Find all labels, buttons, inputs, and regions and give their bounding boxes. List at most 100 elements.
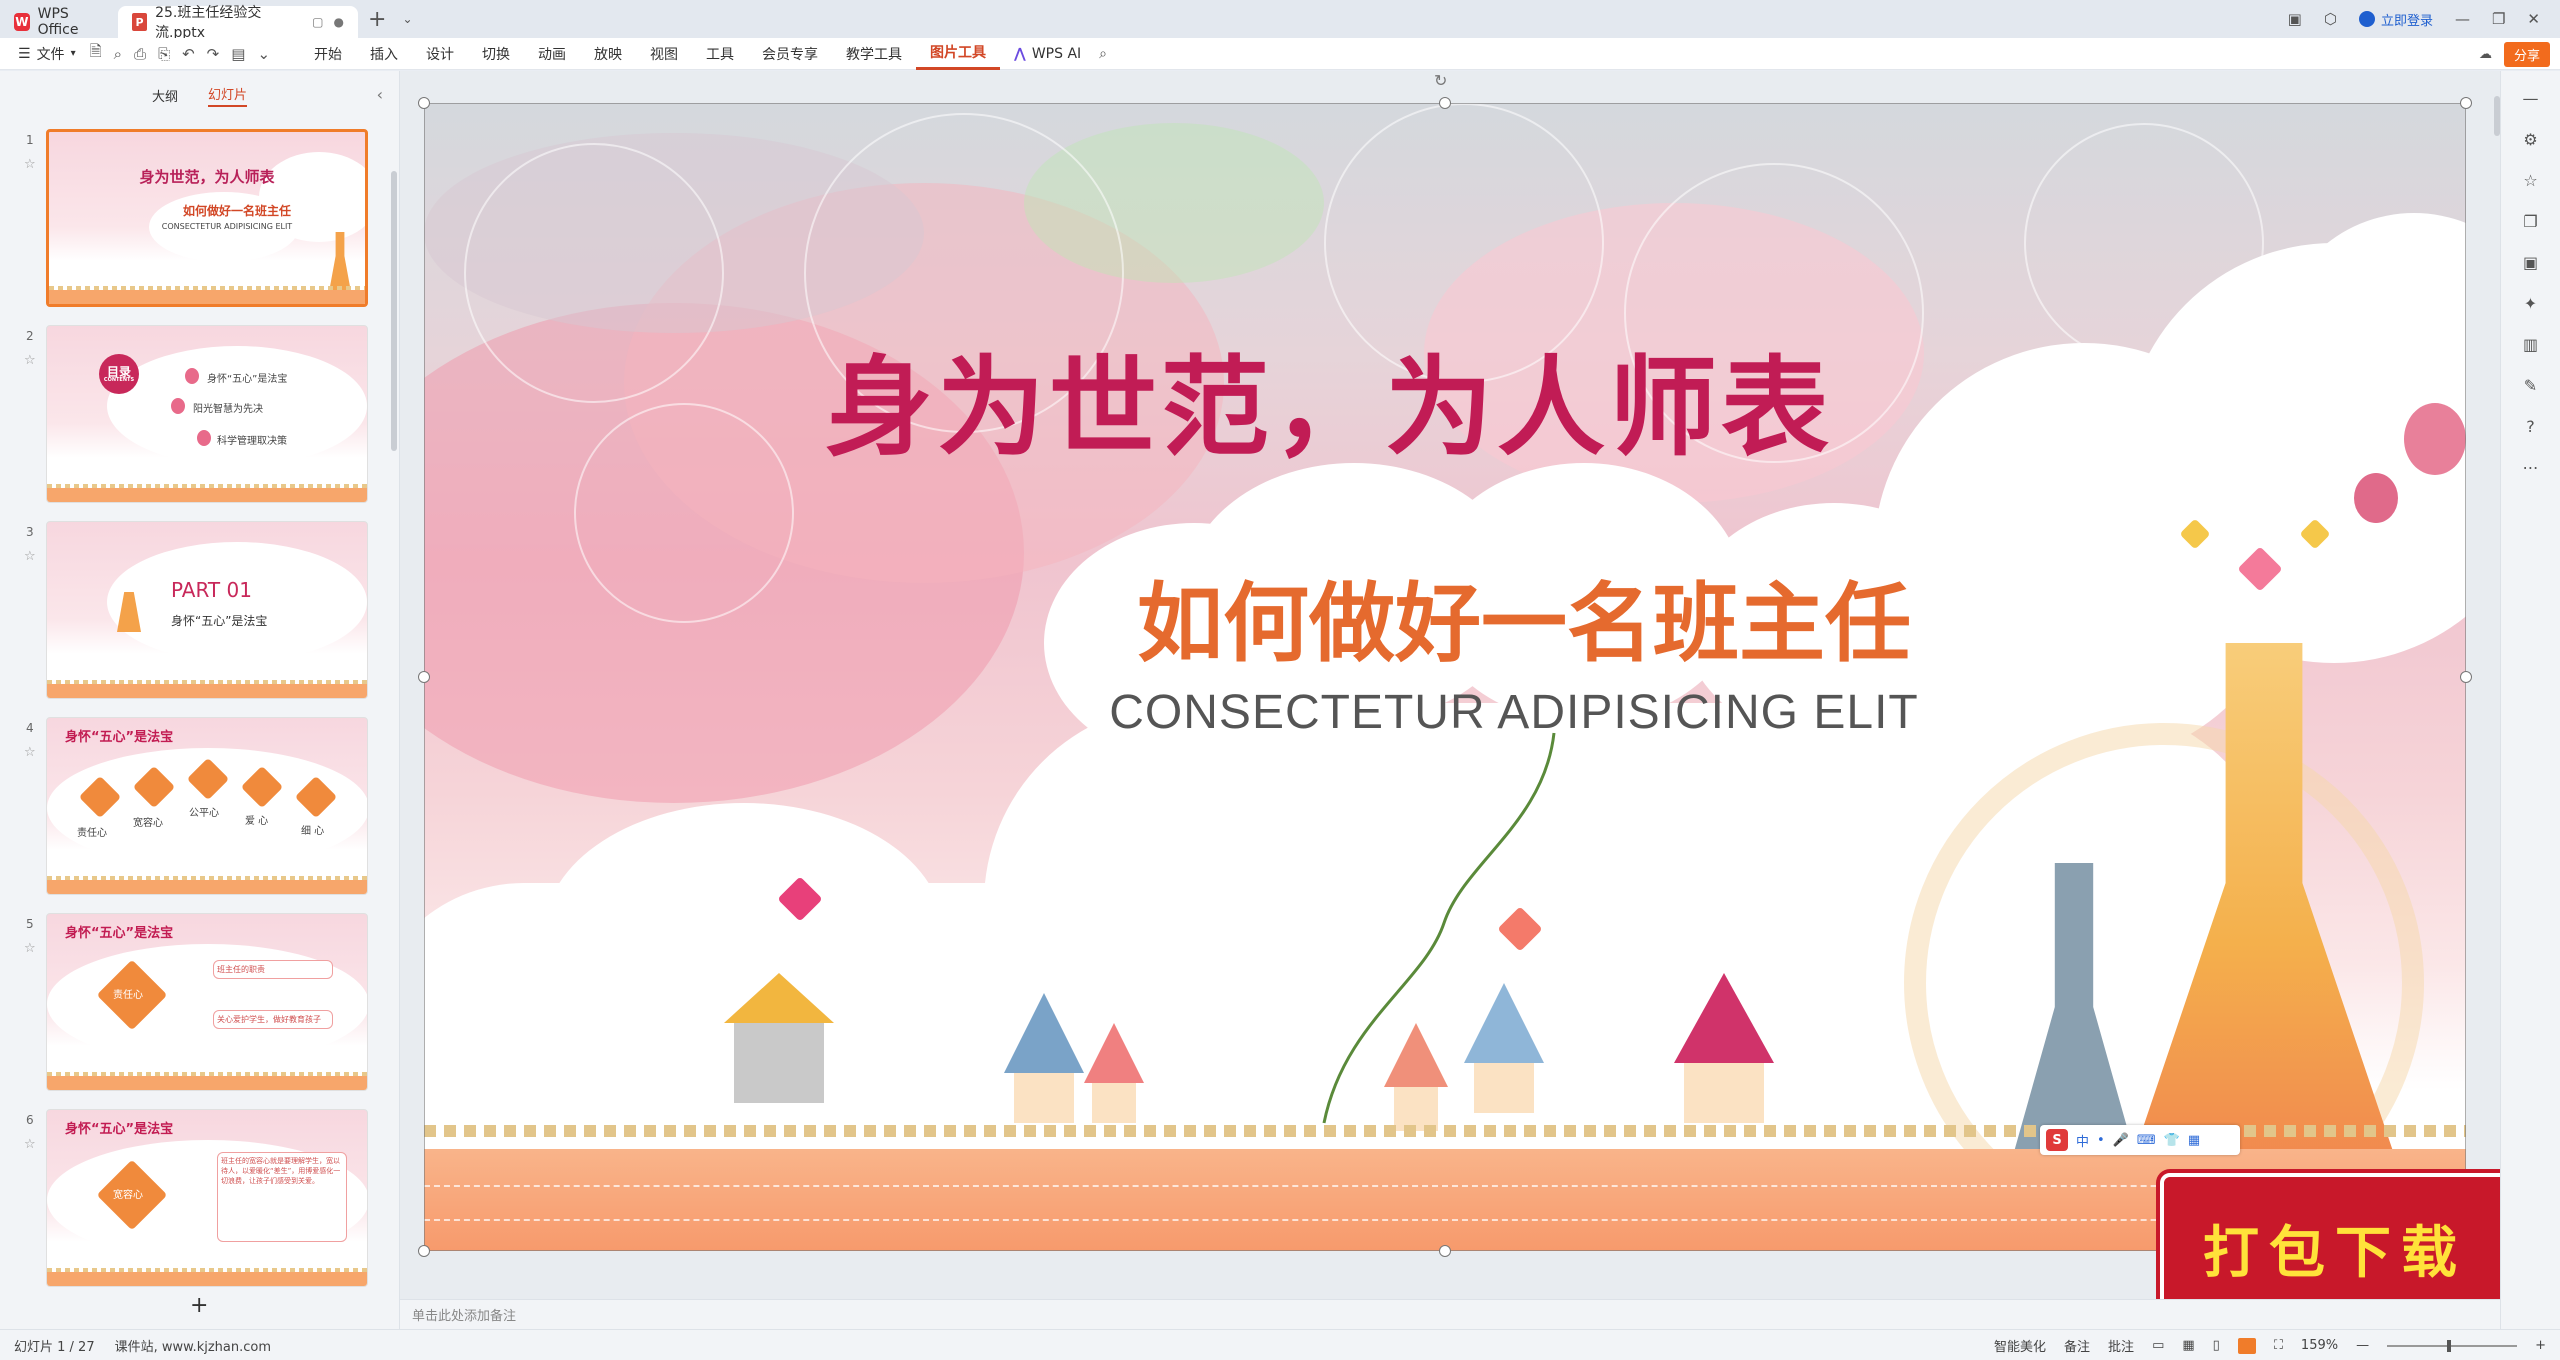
thumbnail-row-4[interactable]: 4 ☆ 身怀“五心”是法宝 责任心 宽容心 公平心 爱 心 细 心 — [0, 717, 390, 897]
zoom-slider-knob[interactable] — [2447, 1339, 2452, 1352]
ime-toolbar[interactable]: S 中 • 🎤 ⌨ 👕 ▦ — [2040, 1125, 2240, 1155]
add-slide-button[interactable]: + — [190, 1293, 208, 1318]
tab-outline[interactable]: 大纲 — [152, 86, 178, 105]
normal-view-icon[interactable]: ▭ — [2152, 1338, 2164, 1353]
zoom-level[interactable]: 159% — [2301, 1338, 2338, 1353]
close-window-icon[interactable]: ✕ — [2527, 10, 2540, 28]
menu-tools[interactable]: 工具 — [692, 38, 748, 70]
star-icon[interactable]: ☆ — [24, 549, 36, 564]
notes-placeholder[interactable]: 单击此处添加备注 — [412, 1305, 516, 1324]
beautify-button[interactable]: 智能美化 — [1994, 1336, 2046, 1355]
slide-thumbnail-1[interactable]: 身为世范，为人师表 如何做好一名班主任 CONSECTETUR ADIPISIC… — [46, 129, 368, 307]
slide-thumbnail-3[interactable]: PART 01 身怀“五心”是法宝 — [46, 521, 368, 699]
help-icon[interactable]: ? — [2526, 417, 2535, 436]
menu-vip[interactable]: 会员专享 — [748, 38, 832, 70]
search-icon[interactable]: ⌕ — [1099, 46, 1107, 62]
ime-skin-icon[interactable]: 👕 — [2164, 1133, 2180, 1148]
ime-punct-icon[interactable]: • — [2097, 1133, 2105, 1148]
print-icon[interactable]: ⎙ — [134, 45, 146, 63]
zoom-slider[interactable] — [2387, 1339, 2518, 1352]
comments-toggle[interactable]: 批注 — [2108, 1336, 2134, 1355]
book-icon[interactable]: ▥ — [2523, 335, 2538, 354]
resize-handle[interactable] — [1439, 97, 1451, 109]
resize-handle[interactable] — [418, 1245, 430, 1257]
resize-handle[interactable] — [418, 97, 430, 109]
menu-animation[interactable]: 动画 — [524, 38, 580, 70]
slide-thumbnail-2[interactable]: 目录 CONTENTS 身怀“五心”是法宝 阳光智慧为先决 科学管理取决策 — [46, 325, 368, 503]
new-tab-icon[interactable]: + — [368, 7, 386, 32]
tab-slides[interactable]: 幻灯片 — [208, 84, 248, 107]
resize-handle[interactable] — [1439, 1245, 1451, 1257]
thumbnail-row-3[interactable]: 3 ☆ PART 01 身怀“五心”是法宝 — [0, 521, 390, 701]
slide-thumbnail-6[interactable]: 身怀“五心”是法宝 宽容心 班主任的宽容心就是要理解学生，宽以待人，以爱暖化“差… — [46, 1109, 368, 1287]
resize-handle[interactable] — [2460, 97, 2472, 109]
menu-teaching-tools[interactable]: 教学工具 — [832, 38, 916, 70]
wps-ai-button[interactable]: ⋀ WPS AI — [1000, 46, 1081, 62]
ime-keyboard-icon[interactable]: ⌨ — [2137, 1133, 2156, 1148]
more-icon[interactable]: ⋯ — [2523, 458, 2539, 477]
more-chevron-icon[interactable]: ⌄ — [257, 45, 270, 63]
share-button[interactable]: 分享 — [2503, 42, 2550, 67]
star-icon[interactable]: ☆ — [24, 941, 36, 956]
minimize-icon[interactable]: — — [2455, 10, 2470, 28]
ime-grid-icon[interactable]: ▦ — [2188, 1133, 2200, 1148]
sogou-ime-icon[interactable]: S — [2046, 1129, 2068, 1151]
redo-icon[interactable]: ↷ — [207, 45, 220, 63]
star-icon[interactable]: ☆ — [2523, 171, 2537, 190]
magic-icon[interactable]: ✦ — [2524, 294, 2537, 313]
ime-mic-icon[interactable]: 🎤 — [2113, 1133, 2129, 1148]
collapse-panel-icon[interactable]: ‹ — [377, 85, 383, 104]
slide-thumbnail-4[interactable]: 身怀“五心”是法宝 责任心 宽容心 公平心 爱 心 细 心 — [46, 717, 368, 895]
layout-icon[interactable]: ▣ — [2288, 10, 2302, 28]
menu-slideshow[interactable]: 放映 — [580, 38, 636, 70]
adjust-icon[interactable]: ⚙ — [2523, 130, 2537, 149]
ime-chinese-icon[interactable]: 中 — [2076, 1131, 2089, 1150]
notes-toggle[interactable]: 备注 — [2064, 1336, 2090, 1355]
cloud-sync-icon[interactable]: ☁ — [2479, 47, 2492, 62]
menu-design[interactable]: 设计 — [412, 38, 468, 70]
zoom-in-icon[interactable]: + — [2535, 1338, 2546, 1353]
menu-view[interactable]: 视图 — [636, 38, 692, 70]
brush-icon[interactable]: ✎ — [2524, 376, 2537, 395]
resize-handle[interactable] — [418, 671, 430, 683]
fit-window-icon[interactable]: ⛶ — [2274, 1338, 2283, 1353]
notes-pane[interactable]: 单击此处添加备注 — [400, 1299, 2500, 1329]
collapse-rail-icon[interactable]: — — [2523, 89, 2539, 108]
reading-view-icon[interactable]: ▯ — [2213, 1338, 2220, 1353]
thumbnail-row-5[interactable]: 5 ☆ 身怀“五心”是法宝 责任心 班主任的职责 关心爱护学生，做好教育孩子 — [0, 913, 390, 1093]
undo-icon[interactable]: ↶ — [182, 45, 195, 63]
tab-wps-home[interactable]: W WPS Office — [0, 6, 118, 38]
star-icon[interactable]: ☆ — [24, 157, 36, 172]
copy-icon[interactable]: ❐ — [2523, 212, 2537, 231]
menu-home[interactable]: 开始 — [300, 38, 356, 70]
thumbnail-scrollbar[interactable] — [391, 171, 397, 451]
save-icon[interactable]: 🗎 — [90, 41, 102, 66]
thumbnail-row-2[interactable]: 2 ☆ 目录 CONTENTS 身怀“五心”是法宝 阳光智慧为先决 科学管理取决… — [0, 325, 390, 505]
tab-document[interactable]: P 25.班主任经验交流.pptx ▢ ● — [118, 5, 358, 41]
login-button[interactable]: 立即登录 — [2358, 10, 2433, 29]
file-menu[interactable]: ☰ 文件 ▾ — [0, 44, 90, 64]
sorter-view-icon[interactable]: ▦ — [2182, 1338, 2194, 1353]
menu-transition[interactable]: 切换 — [468, 38, 524, 70]
rotate-handle-icon[interactable]: ↻ — [1434, 71, 1447, 90]
star-icon[interactable]: ☆ — [24, 1137, 36, 1152]
restore-icon[interactable]: ❐ — [2492, 10, 2505, 28]
print-preview-icon[interactable]: ⎘ — [158, 45, 170, 63]
thumbnail-row-6[interactable]: 6 ☆ 身怀“五心”是法宝 宽容心 班主任的宽容心就是要理解学生，宽以待人，以爱… — [0, 1109, 390, 1289]
slide-thumbnail-5[interactable]: 身怀“五心”是法宝 责任心 班主任的职责 关心爱护学生，做好教育孩子 — [46, 913, 368, 1091]
star-icon[interactable]: ☆ — [24, 353, 36, 368]
thumbnail-row-1[interactable]: 1 ☆ 身为世范，为人师表 如何做好一名班主任 CONSECTETUR ADIP… — [0, 129, 390, 309]
format-painter-icon[interactable]: ▤ — [231, 45, 245, 63]
resize-handle[interactable] — [2460, 671, 2472, 683]
menu-picture-tools[interactable]: 图片工具 — [916, 38, 1001, 70]
cube-icon[interactable]: ⬡ — [2324, 10, 2337, 28]
tab-close-icon[interactable]: ● — [334, 15, 344, 29]
zoom-out-icon[interactable]: — — [2356, 1338, 2369, 1353]
tab-list-chevron-icon[interactable]: ⌄ — [402, 12, 412, 26]
picture-icon[interactable]: ▣ — [2523, 253, 2538, 272]
menu-insert[interactable]: 插入 — [356, 38, 412, 70]
window-icon[interactable]: ▢ — [312, 15, 323, 29]
find-icon[interactable]: ⌕ — [114, 45, 122, 63]
star-icon[interactable]: ☆ — [24, 745, 36, 760]
play-slideshow-icon[interactable] — [2237, 1337, 2256, 1354]
